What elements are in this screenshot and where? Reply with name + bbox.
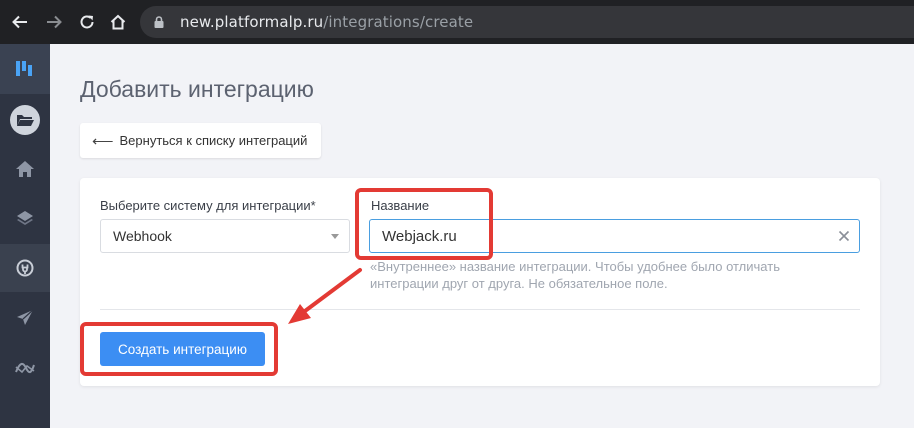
address-bar[interactable]: new.platformalp.ru/integrations/create: [140, 6, 914, 38]
sidebar-item-analytics[interactable]: [0, 344, 50, 392]
browser-toolbar: new.platformalp.ru/integrations/create: [0, 0, 914, 44]
url-text: new.platformalp.ru/integrations/create: [180, 13, 473, 31]
sidebar: [0, 44, 50, 428]
reload-button[interactable]: [73, 8, 101, 36]
url-host: new.platformalp.ru: [180, 13, 324, 31]
logo-icon: [16, 61, 32, 76]
close-icon: [838, 230, 850, 242]
form-divider: [100, 309, 860, 310]
back-to-integrations-label: Вернуться к списку интеграций: [119, 133, 308, 148]
sidebar-item-home[interactable]: [0, 145, 50, 193]
back-navigation-button[interactable]: [6, 8, 34, 36]
annotation-highlight-submit-button: [80, 322, 278, 376]
page-title: Добавить интеграцию: [80, 76, 314, 102]
annotation-highlight-name-field: [355, 188, 493, 260]
url-path: /integrations/create: [323, 13, 474, 31]
system-select-value: Webhook: [113, 228, 172, 244]
sidebar-item-integrations[interactable]: [0, 244, 50, 292]
sidebar-item-send[interactable]: [0, 294, 50, 342]
name-field-hint: «Внутреннее» название интеграции. Чтобы …: [370, 259, 780, 291]
system-select-label: Выберите систему для интеграции*: [100, 198, 316, 213]
sidebar-item-projects[interactable]: [0, 96, 50, 144]
system-select[interactable]: Webhook: [100, 219, 350, 253]
arrow-left-icon: [12, 15, 27, 29]
back-to-integrations-button[interactable]: ⟵ Вернуться к списку интеграций: [80, 123, 322, 158]
analytics-icon: [15, 362, 35, 374]
integrations-icon: [16, 259, 34, 277]
caret-down-icon: [331, 234, 339, 239]
layers-icon: [17, 211, 33, 225]
folder-open-icon: [17, 115, 34, 126]
clear-input-button[interactable]: [834, 226, 854, 246]
sidebar-folder-circle: [10, 105, 40, 135]
send-icon: [17, 309, 34, 325]
home-icon: [16, 161, 34, 177]
sidebar-item-layers[interactable]: [0, 194, 50, 242]
lock-icon: [152, 15, 166, 29]
home-button[interactable]: [104, 8, 132, 36]
arrow-right-icon: [47, 15, 62, 29]
forward-navigation-button[interactable]: [40, 8, 68, 36]
sidebar-logo[interactable]: [0, 44, 50, 94]
house-outline-icon: [110, 14, 126, 30]
arrow-left-icon: ⟵: [92, 132, 114, 150]
reload-icon: [80, 15, 94, 29]
